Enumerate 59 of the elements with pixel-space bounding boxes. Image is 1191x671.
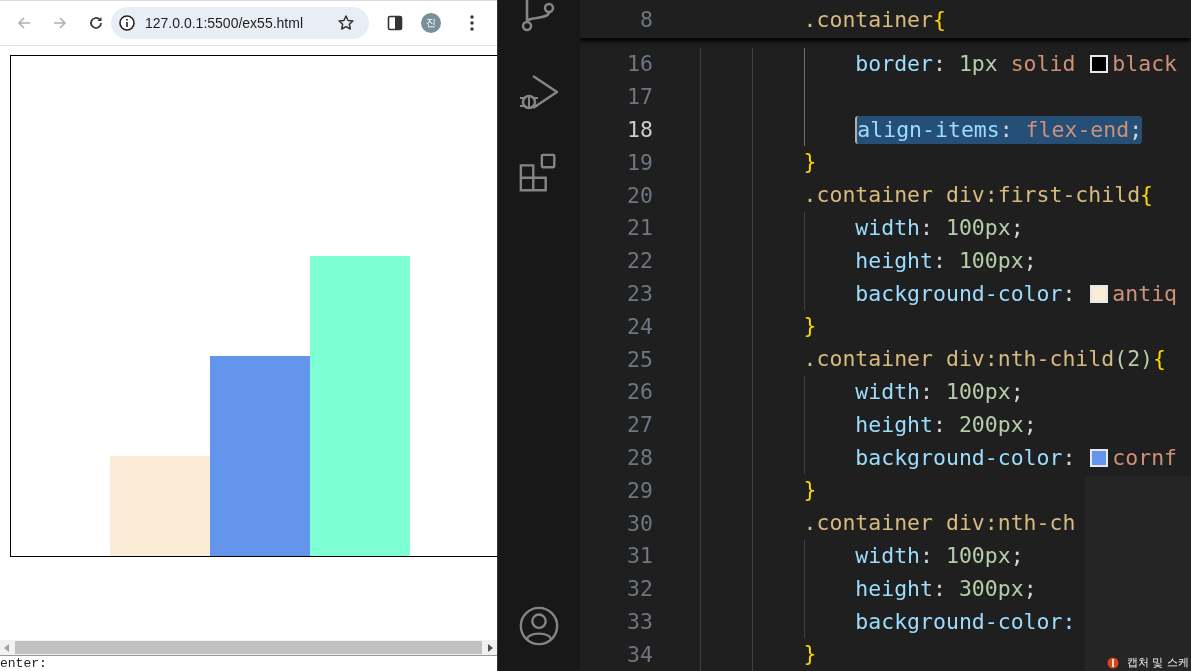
color-swatch[interactable]	[1090, 55, 1109, 73]
code-text: black	[1112, 50, 1178, 78]
code-text: .container div:first-child{	[803, 181, 1154, 210]
code-text: background-color:	[855, 443, 1077, 472]
reload-icon[interactable]	[88, 15, 104, 31]
code-text: }	[803, 148, 817, 177]
code-text: height: 300px;	[855, 574, 1037, 603]
code-text-fragment: enter:	[0, 656, 47, 671]
line-number: 27	[626, 412, 653, 438]
code-text: background-color:	[855, 607, 1076, 636]
code-text: }	[803, 640, 817, 669]
menu-icon[interactable]	[469, 14, 475, 32]
code-text: width: 100px;	[855, 377, 1024, 406]
line-number: 22	[626, 248, 653, 274]
account-icon[interactable]	[518, 605, 560, 647]
code-text: .container{	[803, 6, 946, 32]
code-text: antiq	[1112, 279, 1178, 308]
notification-text: 캡처 및 스케	[1127, 655, 1189, 670]
code-text: }	[803, 476, 817, 505]
line-number: 19	[626, 149, 653, 175]
line-number: 16	[626, 51, 653, 77]
bookmark-star-icon[interactable]	[337, 14, 355, 32]
code-text: .container div:nth-child(2){	[803, 345, 1166, 374]
horizontal-scrollbar[interactable]	[0, 640, 497, 656]
code-text: width: 100px;	[855, 213, 1024, 242]
address-bar[interactable]: 127.0.0.1:5500/ex55.html	[111, 7, 369, 39]
color-swatch[interactable]	[1090, 448, 1109, 467]
url-text: 127.0.0.1:5500/ex55.html	[145, 15, 303, 31]
line-number: 23	[626, 281, 653, 307]
code-text: height: 100px;	[855, 246, 1037, 275]
code-text: height: 200px;	[855, 410, 1037, 439]
line-number: 34	[626, 641, 653, 667]
line-number: 31	[626, 543, 653, 569]
line-number: 17	[626, 84, 653, 110]
code-text: }	[803, 312, 817, 341]
line-number: 33	[626, 609, 653, 635]
capture-app-icon	[1107, 656, 1119, 669]
code-text: .container div:nth-ch	[803, 509, 1076, 538]
line-number: 30	[626, 510, 653, 536]
line-number: 8	[639, 6, 653, 32]
line-number: 28	[626, 445, 653, 471]
line-number: 25	[626, 346, 653, 372]
selected-code-text: align-items: flex-end;	[855, 115, 1143, 144]
line-number: 18	[626, 117, 653, 143]
line-number: 24	[626, 313, 653, 339]
scroll-right-icon[interactable]	[487, 643, 493, 652]
line-number: 21	[626, 215, 653, 241]
line-number: 26	[626, 379, 653, 405]
code-text: cornf	[1112, 443, 1178, 472]
line-number: 20	[626, 182, 653, 208]
info-icon[interactable]	[118, 14, 136, 32]
side-panel-icon[interactable]	[387, 15, 403, 31]
line-number: 29	[626, 477, 653, 503]
color-swatch[interactable]	[1090, 284, 1109, 303]
code-text: border: 1px solid	[855, 50, 1077, 78]
line-number: 32	[626, 576, 653, 602]
code-text: width: 100px;	[855, 541, 1024, 570]
code-text: background-color:	[855, 279, 1077, 308]
scrollbar-thumb[interactable]	[15, 641, 482, 654]
